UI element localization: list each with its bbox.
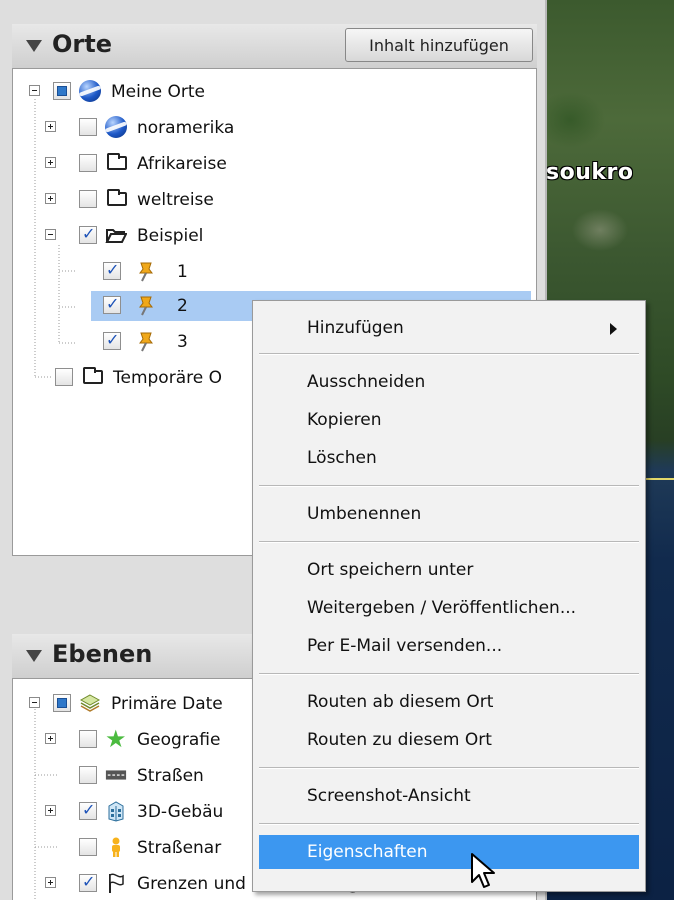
menu-item-label: Eigenschaften: [307, 842, 428, 862]
menu-item-label: Screenshot-Ansicht: [307, 786, 471, 806]
places-title: Orte: [52, 30, 112, 58]
collapse-icon[interactable]: [29, 85, 40, 96]
checkbox[interactable]: [79, 766, 97, 784]
menu-item-routen-ab[interactable]: Routen ab diesem Ort: [259, 685, 639, 719]
tree-item-beispiel[interactable]: Beispiel: [13, 221, 536, 251]
context-menu: Hinzufügen Ausschneiden Kopieren Löschen…: [252, 300, 646, 892]
layers-title: Ebenen: [52, 640, 153, 668]
tree-item-meine-orte[interactable]: Meine Orte: [13, 77, 536, 107]
menu-item-label: Umbenennen: [307, 504, 422, 524]
checkbox[interactable]: [103, 294, 121, 314]
expand-icon[interactable]: [45, 121, 56, 132]
menu-separator: [259, 767, 639, 769]
menu-item-screenshot-ansicht[interactable]: Screenshot-Ansicht: [259, 779, 639, 813]
collapse-triangle-icon[interactable]: [26, 40, 42, 52]
menu-item-kopieren[interactable]: Kopieren: [259, 403, 639, 437]
menu-item-label: Routen ab diesem Ort: [307, 692, 494, 712]
tree-item-label: Beispiel: [137, 226, 204, 246]
tree-item-label: 2: [177, 296, 188, 316]
tree-item-label: Geografie: [137, 730, 221, 750]
menu-separator: [259, 485, 639, 487]
collapse-triangle-icon[interactable]: [26, 650, 42, 662]
checkbox[interactable]: [55, 368, 73, 386]
menu-item-eigenschaften[interactable]: Eigenschaften: [259, 835, 639, 869]
menu-item-routen-zu[interactable]: Routen zu diesem Ort: [259, 723, 639, 757]
tree-item-label: noramerika: [137, 118, 235, 138]
checkbox[interactable]: [79, 872, 97, 892]
tree-item-label: Straßen: [137, 766, 204, 786]
expand-icon[interactable]: [45, 733, 56, 744]
menu-item-label: Löschen: [307, 448, 377, 468]
collapse-icon[interactable]: [45, 229, 56, 240]
menu-item-umbenennen[interactable]: Umbenennen: [259, 497, 639, 531]
menu-item-ort-speichern-unter[interactable]: Ort speichern unter: [259, 553, 639, 587]
expand-icon[interactable]: [45, 193, 56, 204]
checkbox[interactable]: [53, 82, 71, 100]
menu-separator: [259, 673, 639, 675]
pegman-icon: [112, 837, 120, 857]
collapse-icon[interactable]: [29, 697, 40, 708]
checkbox[interactable]: [79, 838, 97, 856]
flag-icon: [109, 873, 124, 893]
checkbox[interactable]: [79, 154, 97, 172]
folder-icon: [107, 153, 127, 170]
tree-item-1[interactable]: 1: [13, 257, 536, 287]
checkbox[interactable]: [79, 800, 97, 820]
road-icon: [105, 770, 127, 780]
tree-item-noramerika[interactable]: noramerika: [13, 113, 536, 143]
tree-item-weltreise[interactable]: weltreise: [13, 185, 536, 215]
menu-item-per-email-versenden[interactable]: Per E-Mail versenden...: [259, 629, 639, 663]
folder-icon: [107, 189, 127, 206]
checkbox[interactable]: [79, 730, 97, 748]
expand-icon[interactable]: [45, 157, 56, 168]
pushpin-icon: [139, 296, 153, 316]
menu-item-ausschneiden[interactable]: Ausschneiden: [259, 365, 639, 399]
pushpin-icon: [139, 262, 153, 282]
folder-icon: [83, 367, 103, 384]
tree-item-label: Meine Orte: [111, 82, 205, 102]
menu-item-label: Per E-Mail versenden...: [307, 636, 503, 656]
checkbox[interactable]: [53, 694, 71, 712]
checkbox[interactable]: [103, 260, 121, 280]
submenu-arrow-icon: [610, 323, 617, 335]
menu-separator: [259, 353, 639, 355]
menu-item-label: Kopieren: [307, 410, 382, 430]
mouse-cursor-icon: [471, 853, 495, 888]
map-place-label: soukro: [546, 160, 634, 185]
tree-item-label: Straßenar: [137, 838, 222, 858]
checkbox[interactable]: [79, 224, 97, 244]
menu-item-label: Ausschneiden: [307, 372, 426, 392]
add-content-button[interactable]: Inhalt hinzufügen: [345, 28, 533, 62]
pushpin-icon: [139, 332, 153, 352]
star-icon: ★: [105, 725, 127, 753]
building-3d-icon: [108, 801, 124, 822]
tree-item-label: Afrikareise: [137, 154, 227, 174]
places-header[interactable]: Orte Inhalt hinzufügen: [12, 24, 537, 68]
menu-item-label: Hinzufügen: [307, 318, 404, 338]
layers-stack-icon: [79, 694, 101, 712]
tree-item-label: Primäre Date: [111, 694, 223, 714]
menu-separator: [259, 823, 639, 825]
tree-item-label: weltreise: [137, 190, 214, 210]
menu-item-label: Routen zu diesem Ort: [307, 730, 492, 750]
tree-item-afrikareise[interactable]: Afrikareise: [13, 149, 536, 179]
menu-item-label: Weitergeben / Veröffentlichen...: [307, 598, 577, 618]
expand-icon[interactable]: [45, 877, 56, 888]
checkbox[interactable]: [79, 118, 97, 136]
tree-item-label: 3D-Gebäu: [137, 802, 224, 822]
tree-item-label: Temporäre O: [113, 368, 222, 388]
menu-separator: [259, 541, 639, 543]
open-folder-icon: [105, 229, 127, 243]
earth-globe-icon: [79, 80, 101, 102]
menu-item-label: Ort speichern unter: [307, 560, 474, 580]
earth-globe-icon: [105, 116, 127, 138]
menu-item-loeschen[interactable]: Löschen: [259, 441, 639, 475]
tree-item-label: 3: [177, 332, 188, 352]
menu-item-weitergeben[interactable]: Weitergeben / Veröffentlichen...: [259, 591, 639, 625]
checkbox[interactable]: [103, 330, 121, 350]
tree-item-label: 1: [177, 262, 188, 282]
expand-icon[interactable]: [45, 805, 56, 816]
checkbox[interactable]: [79, 190, 97, 208]
menu-item-hinzufuegen[interactable]: Hinzufügen: [259, 311, 639, 345]
